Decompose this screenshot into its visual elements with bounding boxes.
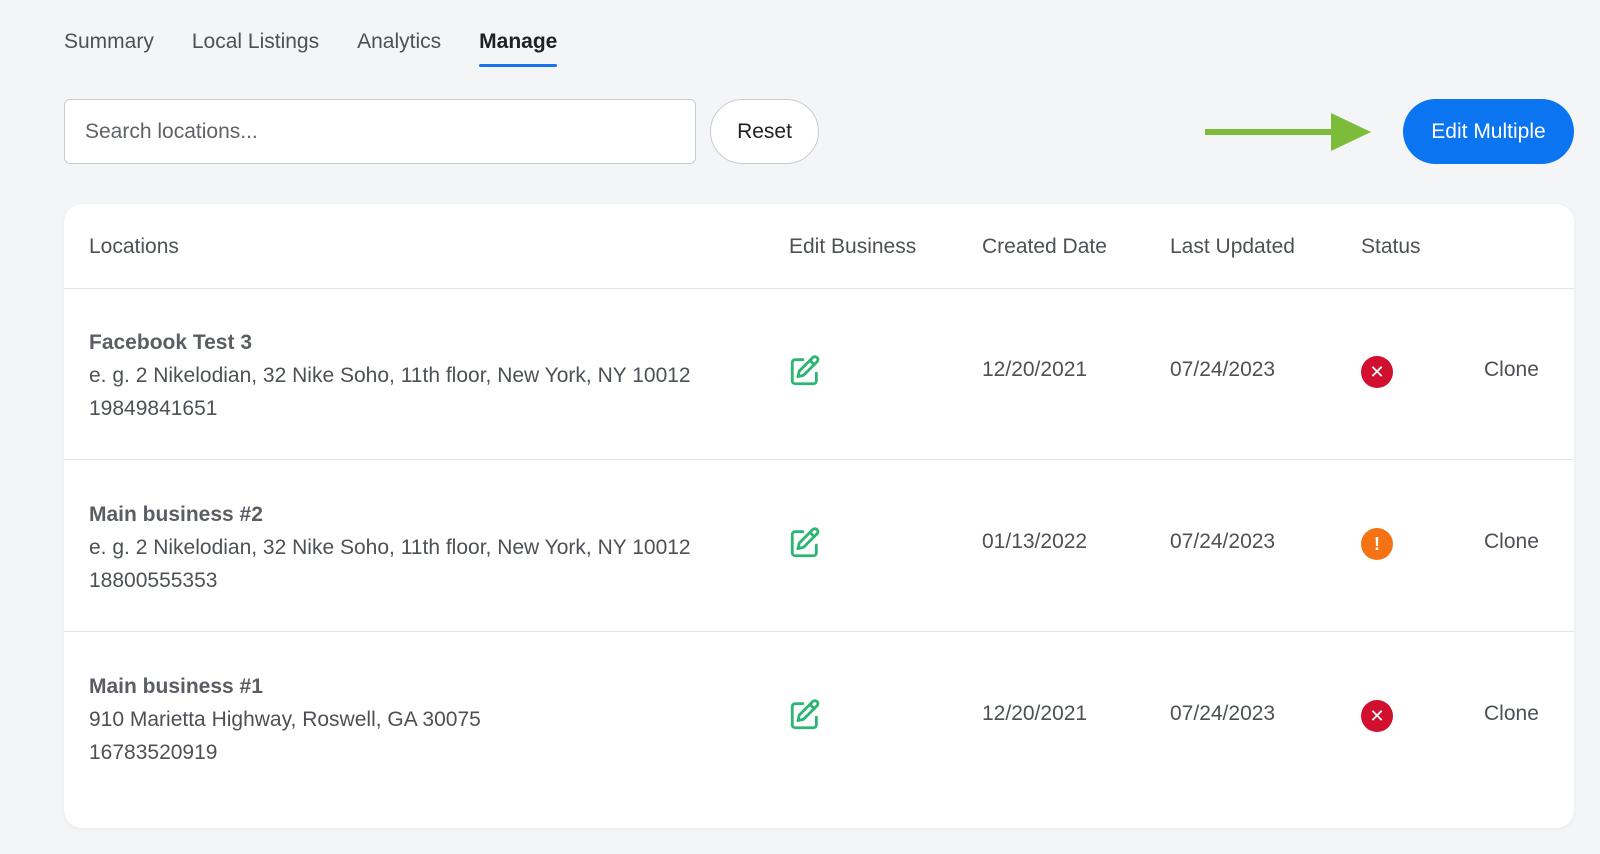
table-row: Facebook Test 3 e. g. 2 Nikelodian, 32 Ni… bbox=[64, 288, 1574, 460]
table-header: Locations Edit Business Created Date Las… bbox=[64, 204, 1574, 289]
created-date: 12/20/2021 bbox=[982, 358, 1088, 381]
clone-link[interactable]: Clone bbox=[1484, 530, 1539, 554]
clone-link[interactable]: Clone bbox=[1484, 702, 1539, 726]
created-date: 12/20/2021 bbox=[982, 702, 1088, 725]
location-phone: 18800555353 bbox=[89, 569, 218, 592]
edit-icon[interactable] bbox=[788, 526, 822, 560]
tab-analytics[interactable]: Analytics bbox=[357, 30, 441, 67]
location-address: e. g. 2 Nikelodian, 32 Nike Soho, 11th f… bbox=[89, 364, 691, 387]
edit-icon[interactable] bbox=[788, 698, 822, 732]
location-address: 910 Marietta Highway, Roswell, GA 30075 bbox=[89, 708, 481, 731]
status-error-icon: ✕ bbox=[1361, 356, 1393, 388]
location-info: Main business #2 e. g. 2 Nikelodian, 32 N… bbox=[89, 498, 691, 597]
last-updated: 07/24/2023 bbox=[1170, 358, 1276, 381]
table-row: Main business #2 e. g. 2 Nikelodian, 32 N… bbox=[64, 460, 1574, 632]
location-info: Facebook Test 3 e. g. 2 Nikelodian, 32 Ni… bbox=[89, 326, 691, 425]
location-address: e. g. 2 Nikelodian, 32 Nike Soho, 11th f… bbox=[89, 536, 691, 559]
tab-manage[interactable]: Manage bbox=[479, 30, 558, 67]
header-last-updated: Last Updated bbox=[1170, 235, 1295, 258]
last-updated: 07/24/2023 bbox=[1170, 530, 1276, 553]
search-input[interactable] bbox=[64, 99, 696, 164]
header-locations: Locations bbox=[89, 235, 179, 258]
created-date: 01/13/2022 bbox=[982, 530, 1088, 553]
edit-icon[interactable] bbox=[788, 354, 822, 388]
status-warning-icon: ! bbox=[1361, 528, 1393, 560]
location-name: Main business #2 bbox=[89, 503, 263, 526]
locations-table: Locations Edit Business Created Date Las… bbox=[64, 204, 1574, 828]
annotation-arrow-icon bbox=[1205, 113, 1371, 151]
edit-multiple-button[interactable]: Edit Multiple bbox=[1403, 99, 1574, 164]
tab-local-listings[interactable]: Local Listings bbox=[192, 30, 319, 67]
tab-summary[interactable]: Summary bbox=[64, 30, 154, 67]
clone-link[interactable]: Clone bbox=[1484, 358, 1539, 382]
location-info: Main business #1 910 Marietta Highway, Ro… bbox=[89, 670, 481, 769]
status-error-icon: ✕ bbox=[1361, 700, 1393, 732]
header-edit-business: Edit Business bbox=[789, 235, 917, 258]
location-name: Facebook Test 3 bbox=[89, 331, 252, 354]
table-row: Main business #1 910 Marietta Highway, Ro… bbox=[64, 632, 1574, 803]
location-phone: 19849841651 bbox=[89, 397, 218, 420]
header-created-date: Created Date bbox=[982, 235, 1107, 258]
location-name: Main business #1 bbox=[89, 675, 263, 698]
header-status: Status bbox=[1361, 235, 1421, 258]
last-updated: 07/24/2023 bbox=[1170, 702, 1276, 725]
location-phone: 16783520919 bbox=[89, 741, 218, 764]
reset-button[interactable]: Reset bbox=[710, 99, 819, 164]
tab-bar: Summary Local Listings Analytics Manage bbox=[64, 30, 558, 67]
